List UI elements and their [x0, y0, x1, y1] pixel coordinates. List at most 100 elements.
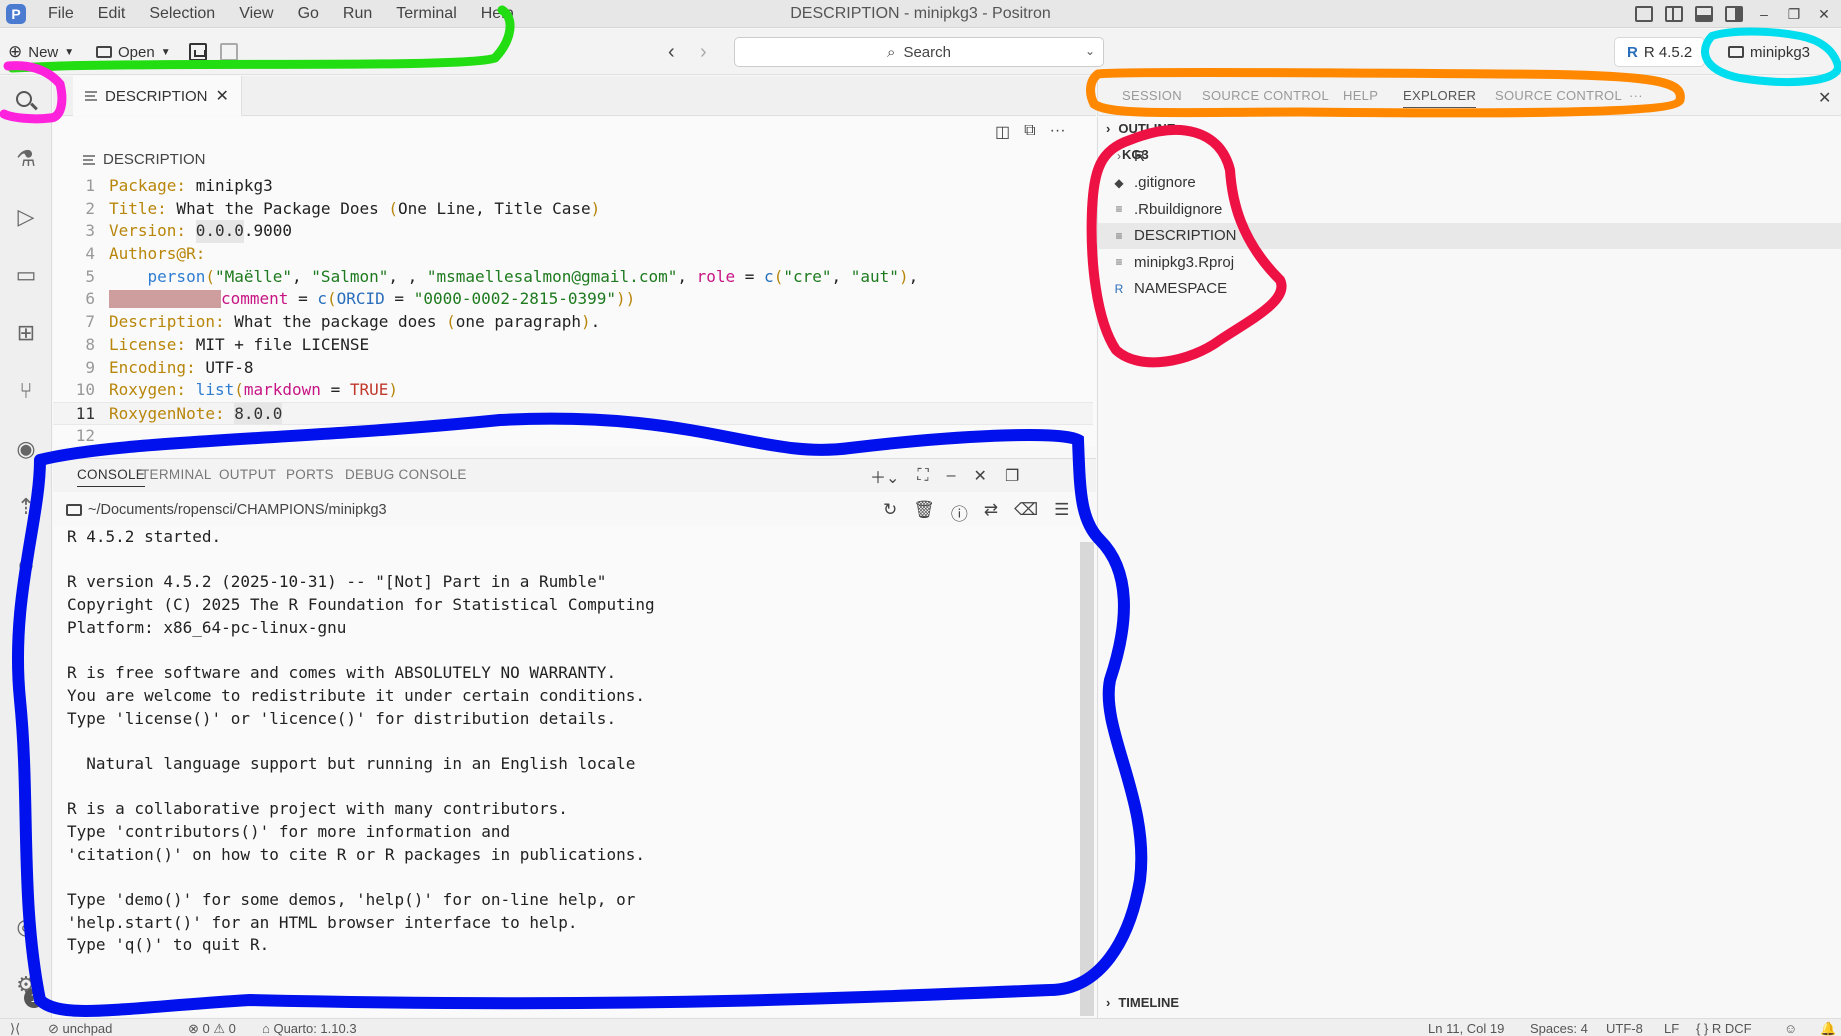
command-search-box[interactable]: ⌕ Search ⌄ [734, 37, 1104, 67]
menu-terminal[interactable]: Terminal [384, 0, 468, 28]
console-output[interactable]: R 4.5.2 started. R version 4.5.2 (2025-10… [53, 526, 1080, 1016]
code-line[interactable]: 7 Description: What the package does (one… [53, 311, 1093, 334]
close-sidebar-icon[interactable]: ✕ [1818, 88, 1832, 108]
tab-description[interactable]: DESCRIPTION ✕ [73, 76, 242, 116]
file-tree-item[interactable]: ≡ minipkg3.Rproj [1098, 249, 1841, 275]
close-window-icon[interactable]: ✕ [1815, 6, 1833, 23]
project-button[interactable]: minipkg3 [1716, 37, 1822, 67]
code-line[interactable]: 9 Encoding: UTF-8 [53, 357, 1093, 380]
menu-selection[interactable]: Selection [137, 0, 227, 28]
breadcrumb[interactable]: DESCRIPTION [83, 151, 206, 168]
launchpad-item[interactable]: ⊘ unchpad [48, 1021, 112, 1036]
save-icon[interactable] [189, 43, 207, 61]
upload-icon[interactable]: ⇡ [13, 494, 39, 520]
toggle-primary-sidebar-icon[interactable] [1665, 6, 1683, 22]
tab-terminal[interactable]: TERMINAL [141, 467, 212, 482]
back-arrow-icon[interactable]: ‹ [668, 41, 675, 64]
menu-help[interactable]: Help [469, 0, 526, 28]
menu-edit[interactable]: Edit [86, 0, 138, 28]
outline-section-header[interactable]: › OUTLINE [1106, 121, 1175, 136]
restore-panel-icon[interactable]: ❐ [1005, 466, 1019, 486]
copilot-status-icon[interactable]: ☺ [1784, 1021, 1797, 1036]
code-line[interactable]: 10 Roxygen: list(markdown = TRUE) [53, 379, 1093, 402]
new-button[interactable]: ⊕ New ▼ [8, 37, 74, 67]
interrupt-icon[interactable]: ⇄ [984, 500, 998, 525]
code-line[interactable]: 5 person("Maëlle", "Salmon", , "msmaelle… [53, 266, 1093, 289]
code-line[interactable]: 12 [53, 425, 1093, 448]
run-debug-icon[interactable]: ▷ [13, 204, 39, 230]
tab-source-control[interactable]: SOURCE CONTROL [1202, 88, 1329, 103]
customize-layout-icon[interactable] [1635, 6, 1653, 22]
remote-icon[interactable]: ⟩⟨ [10, 1021, 20, 1036]
close-panel-icon[interactable]: ✕ [974, 466, 987, 486]
r-interpreter-button[interactable]: R R 4.5.2 [1614, 37, 1706, 67]
more-actions-icon[interactable]: ··· [1050, 122, 1066, 142]
timeline-section-header[interactable]: › TIMELINE [1106, 995, 1179, 1010]
notifications-icon[interactable]: 🔔 [1820, 1021, 1836, 1036]
encoding[interactable]: UTF-8 [1606, 1021, 1643, 1036]
open-button[interactable]: Open ▼ [96, 37, 171, 67]
quarto-item[interactable]: ⌂ Quarto: 1.10.3 [262, 1021, 357, 1036]
forward-arrow-icon[interactable]: › [700, 41, 707, 64]
minimize-icon[interactable]: – [1755, 6, 1773, 22]
open-in-new-window-icon[interactable]: ⧉ [1024, 122, 1035, 142]
github-icon[interactable]: ◉ [13, 436, 39, 462]
code-lines[interactable]: 1 Package: minipkg3 2 Title: What the Packa… [53, 175, 1093, 447]
code-line[interactable]: 8 License: MIT + file LICENSE [53, 334, 1093, 357]
remote-explorer-icon[interactable]: ▭ [13, 262, 39, 288]
code-line[interactable]: 6 comment = c(ORCID = "0000-0002-2815-039… [53, 288, 1093, 311]
split-editor-icon[interactable]: ◫ [995, 122, 1010, 142]
code-line[interactable]: 11 RoxygenNote: 8.0.0 [53, 401, 1093, 425]
console-scrollbar[interactable] [1080, 542, 1094, 1016]
code-line[interactable]: 3 Version: 0.0.0.9000 [53, 220, 1093, 244]
maximize-icon[interactable]: ❐ [1785, 6, 1803, 23]
tab-session[interactable]: SESSION [1122, 88, 1182, 103]
indentation[interactable]: Spaces: 4 [1530, 1021, 1588, 1036]
search-icon[interactable] [13, 88, 39, 114]
trash-icon[interactable]: 🗑 [913, 500, 935, 525]
menu-view[interactable]: View [227, 0, 285, 28]
cursor-position[interactable]: Ln 11, Col 19 [1428, 1021, 1504, 1036]
file-tree-item[interactable]: ≡ DESCRIPTION [1098, 222, 1841, 249]
restart-icon[interactable]: ↻ [883, 500, 897, 525]
code-line[interactable]: 1 Package: minipkg3 [53, 175, 1093, 198]
maximize-panel-icon[interactable]: ⛶ [917, 467, 928, 485]
close-icon[interactable]: ✕ [216, 86, 229, 106]
minimize-panel-icon[interactable]: – [947, 467, 956, 485]
tab-source-control[interactable]: SOURCE CONTROL [1495, 88, 1622, 103]
info-icon[interactable]: ⓘ [951, 500, 968, 525]
account-icon[interactable]: ◎ [13, 914, 39, 940]
code-line[interactable]: 4 Authors@R: [53, 243, 1093, 266]
file-tree-item[interactable]: ◆ .gitignore [1098, 170, 1841, 196]
menu-file[interactable]: File [36, 0, 86, 28]
chevron-down-icon[interactable]: ⌄ [1085, 44, 1095, 58]
source-control-icon[interactable]: ⑂ [13, 378, 39, 404]
tab-console[interactable]: CONSOLE [77, 467, 146, 487]
editor-area[interactable]: DESCRIPTION 1 Package: minipkg3 2 Title: Wh… [53, 117, 1096, 447]
tab-ports[interactable]: PORTS [286, 467, 334, 482]
more-tabs-icon[interactable]: ··· [1629, 88, 1643, 103]
tab-help[interactable]: HELP [1343, 88, 1378, 103]
tab-output[interactable]: OUTPUT [219, 467, 276, 482]
list-icon[interactable]: ☰ [1054, 500, 1069, 525]
toggle-secondary-sidebar-icon[interactable] [1725, 6, 1743, 22]
menu-go[interactable]: Go [286, 0, 331, 28]
file-tree-item[interactable]: R NAMESPACE [1098, 276, 1841, 302]
tab-explorer[interactable]: EXPLORER [1403, 88, 1477, 108]
file-tree-item[interactable]: › R [1098, 143, 1841, 169]
flask-icon[interactable]: ⚗ [13, 146, 39, 172]
copilot-icon[interactable]: ☺ [13, 552, 39, 578]
problems-item[interactable]: ⊗ 0 ⚠ 0 [188, 1021, 236, 1036]
end-of-line[interactable]: LF [1664, 1021, 1679, 1036]
new-label: New [28, 43, 59, 61]
tab-debug-console[interactable]: DEBUG CONSOLE [345, 467, 467, 482]
new-console-icon[interactable]: ＋⌄ [870, 464, 899, 488]
file-tree-item[interactable]: ≡ .Rbuildignore [1098, 196, 1841, 222]
extensions-icon[interactable]: ⊞ [13, 320, 39, 346]
code-line[interactable]: 2 Title: What the Package Does (One Line,… [53, 198, 1093, 221]
clear-console-icon[interactable]: ⌫ [1014, 500, 1038, 525]
save-all-icon[interactable] [220, 43, 238, 61]
language-mode[interactable]: { } R DCF [1696, 1021, 1752, 1036]
menu-run[interactable]: Run [331, 0, 384, 28]
toggle-panel-icon[interactable] [1695, 6, 1713, 22]
